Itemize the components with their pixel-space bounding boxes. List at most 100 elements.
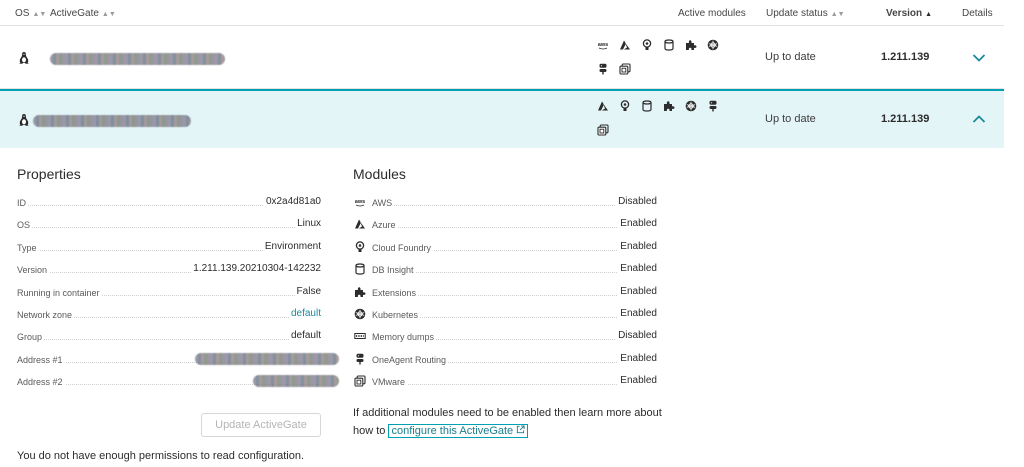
property-label: ID — [17, 198, 28, 208]
property-row: Groupdefault — [17, 330, 321, 344]
table-row[interactable]: Up to date 1.211.139 — [0, 27, 1004, 89]
column-header-details: Details — [962, 8, 993, 19]
sort-ascending-icon: ▲ — [925, 11, 932, 18]
module-status: Enabled — [618, 308, 657, 319]
property-label: Running in container — [17, 288, 102, 298]
redacted-hostname — [33, 115, 191, 127]
module-label: AWS — [372, 198, 394, 208]
module-row: Memory dumps Disabled — [354, 330, 657, 344]
column-header-update-status[interactable]: Update status▲▼ — [766, 8, 845, 19]
update-status: Up to date — [765, 113, 816, 125]
module-row: AWS Disabled — [354, 196, 657, 210]
module-label: Cloud Foundry — [372, 243, 433, 253]
module-status: Disabled — [616, 330, 657, 341]
property-label: Address #2 — [17, 377, 65, 387]
memory-icon — [354, 330, 366, 342]
property-row: Network zonedefault — [17, 308, 321, 322]
routing-icon — [597, 63, 609, 75]
link-label: configure this ActiveGate — [391, 425, 513, 437]
property-row: Address #1 — [17, 353, 321, 367]
database-icon — [354, 263, 366, 275]
configure-activegate-link[interactable]: configure this ActiveGate — [388, 424, 528, 438]
property-label: Group — [17, 332, 44, 342]
permission-note: You do not have enough permissions to re… — [17, 450, 304, 462]
module-label: DB Insight — [372, 265, 416, 275]
version-value: 1.211.139 — [881, 51, 929, 63]
module-row: OneAgent RoutingEnabled — [354, 353, 657, 367]
active-modules-icons — [597, 100, 737, 140]
column-header-activegate[interactable]: ActiveGate▲▼ — [50, 8, 116, 19]
property-row: ID 0x2a4d81a0 — [17, 196, 321, 210]
property-value: 1.211.139.20210304-142232 — [191, 263, 321, 274]
chevron-up-icon[interactable] — [972, 114, 986, 124]
sort-icon: ▲▼ — [32, 11, 46, 18]
module-label: Extensions — [372, 288, 418, 298]
update-status: Up to date — [765, 51, 816, 63]
module-label: Azure — [372, 220, 398, 230]
redacted-hostname — [50, 53, 225, 65]
azure-icon — [597, 100, 609, 112]
sort-icon: ▲▼ — [831, 11, 845, 18]
version-value: 1.211.139 — [881, 113, 929, 125]
linux-icon — [18, 113, 30, 127]
module-status: Enabled — [618, 286, 657, 297]
property-label: Version — [17, 265, 49, 275]
column-header-version[interactable]: Version▲ — [886, 8, 932, 19]
vmware-icon — [354, 375, 366, 387]
external-link-icon — [516, 425, 525, 434]
redacted-address — [253, 375, 339, 387]
module-label: OneAgent Routing — [372, 355, 448, 365]
module-row: VMwareEnabled — [354, 375, 657, 389]
property-row: Version 1.211.139.20210304-142232 — [17, 263, 321, 277]
column-label: Version — [886, 8, 922, 19]
module-status: Disabled — [616, 196, 657, 207]
property-row: OS Linux — [17, 218, 321, 232]
azure-icon — [354, 218, 366, 230]
sort-icon: ▲▼ — [102, 11, 116, 18]
database-icon — [663, 39, 675, 51]
module-status: Enabled — [618, 218, 657, 229]
kubernetes-icon — [685, 100, 697, 112]
cloud-foundry-icon — [619, 100, 631, 112]
network-zone-link[interactable]: default — [289, 308, 321, 319]
active-modules-icons — [597, 39, 737, 79]
module-label: Kubernetes — [372, 310, 420, 320]
module-row: DB Insight Enabled — [354, 263, 657, 277]
property-value: Linux — [295, 218, 321, 229]
property-label: OS — [17, 220, 32, 230]
column-label: ActiveGate — [50, 8, 99, 19]
module-row: Extensions Enabled — [354, 286, 657, 300]
property-value: False — [295, 286, 321, 297]
update-activegate-button[interactable]: Update ActiveGate — [201, 413, 321, 437]
modules-info-text: If additional modules need to be enabled… — [353, 404, 663, 440]
cloud-foundry-icon — [354, 241, 366, 253]
azure-icon — [619, 39, 631, 51]
cloud-foundry-icon — [641, 39, 653, 51]
kubernetes-icon — [354, 308, 366, 320]
property-row: Running in container False — [17, 286, 321, 300]
linux-icon — [18, 51, 30, 65]
module-label: Memory dumps — [372, 332, 436, 342]
vmware-icon — [619, 63, 631, 75]
property-label: Type — [17, 243, 39, 253]
aws-icon — [597, 39, 609, 51]
column-label: Active modules — [678, 8, 746, 19]
module-status: Enabled — [618, 241, 657, 252]
properties-title: Properties — [17, 166, 81, 182]
property-value: Environment — [263, 241, 321, 252]
column-label: OS — [15, 8, 29, 19]
module-status: Enabled — [618, 263, 657, 274]
routing-icon — [354, 353, 366, 365]
database-icon — [641, 100, 653, 112]
property-value: 0x2a4d81a0 — [264, 196, 321, 207]
chevron-down-icon[interactable] — [972, 53, 986, 63]
column-label: Update status — [766, 8, 828, 19]
table-row-expanded[interactable]: Up to date 1.211.139 — [0, 89, 1004, 148]
column-header-os[interactable]: OS▲▼ — [15, 8, 46, 19]
routing-icon — [707, 100, 719, 112]
puzzle-icon — [685, 39, 697, 51]
column-header-active-modules: Active modules — [678, 8, 746, 19]
property-row: Address #2 — [17, 375, 321, 389]
module-row: Cloud Foundry Enabled — [354, 241, 657, 255]
module-status: Enabled — [618, 375, 657, 386]
